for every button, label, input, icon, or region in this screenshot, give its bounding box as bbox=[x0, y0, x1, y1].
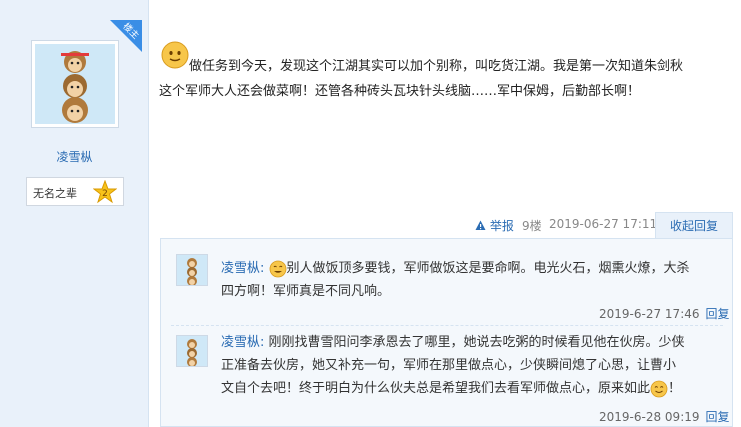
reply-line: 凌雪枞: 别人做饭顶多要钱，军师做饭这是要命啊。电光火石，烟熏火燎，大杀 bbox=[221, 257, 721, 280]
reply-avatar[interactable] bbox=[176, 335, 208, 367]
rank-star-icon: 2 bbox=[93, 180, 117, 204]
report-label: 举报 bbox=[489, 219, 514, 233]
reply-list: 凌雪枞: 别人做饭顶多要钱，军师做饭这是要命啊。电光火石，烟熏火燎，大杀 四方啊… bbox=[160, 238, 733, 427]
reply-button[interactable]: 回复 bbox=[706, 410, 730, 424]
post-line: 做任务到今天，发现这个江湖其实可以加个别称，叫吃货江湖。我是第一次知道朱剑秋 bbox=[189, 59, 684, 74]
reply-text: 文自个去吧！终于明白为什么伙夫总是希望我们去看军师做点心，原来如此 bbox=[221, 381, 651, 396]
reply-line: 四方啊！军师真是不同凡响。 bbox=[221, 284, 391, 299]
smile-emoticon-icon bbox=[650, 380, 668, 397]
op-corner-badge: 楼主 bbox=[110, 20, 142, 52]
collapse-replies-button[interactable]: 收起回复 bbox=[655, 212, 733, 238]
reply-text-end: ！ bbox=[668, 381, 682, 396]
author-sidebar: 楼主 凌雪枞 无名之辈 2 bbox=[0, 0, 149, 427]
reply-avatar[interactable] bbox=[176, 254, 208, 286]
reply-line: 正准备去伙房，她又补充一句，军师在那里做点心，少侠瞬间熄了心思，让曹小 bbox=[221, 358, 677, 373]
report-icon bbox=[475, 220, 486, 230]
rank-level: 2 bbox=[102, 189, 108, 199]
reply-meta: 2019-6-27 17:46 回复 bbox=[599, 305, 730, 322]
reply-meta: 2019-6-28 09:19 回复 bbox=[599, 408, 730, 425]
post-main: 做任务到今天，发现这个江湖其实可以加个别称，叫吃货江湖。我是第一次知道朱剑秋 这… bbox=[149, 0, 741, 427]
grin-emoticon-icon bbox=[269, 260, 286, 277]
report-link[interactable]: 举报 bbox=[475, 217, 514, 234]
reply-author[interactable]: 凌雪枞: bbox=[221, 335, 264, 350]
author-name[interactable]: 凌雪枞 bbox=[0, 148, 149, 165]
reply-timestamp: 2019-6-28 09:19 bbox=[599, 410, 700, 424]
reply-author[interactable]: 凌雪枞: bbox=[221, 261, 264, 276]
reply-divider bbox=[171, 325, 723, 326]
post-body: 做任务到今天，发现这个江湖其实可以加个别称，叫吃货江湖。我是第一次知道朱剑秋 这… bbox=[159, 54, 731, 104]
reply-button[interactable]: 回复 bbox=[706, 307, 730, 321]
post-meta-bar: 举报 9楼 2019-06-27 17:11 收起回复 bbox=[149, 212, 733, 238]
reply-body: 凌雪枞: 别人做饭顶多要钱，军师做饭这是要命啊。电光火石，烟熏火燎，大杀 四方啊… bbox=[221, 257, 721, 303]
reply-timestamp: 2019-6-27 17:46 bbox=[599, 307, 700, 321]
post-timestamp: 2019-06-27 17:11 bbox=[549, 217, 658, 231]
reply-line: 凌雪枞: 刚刚找曹雪阳问李承恩去了哪里，她说去吃粥的时候看见他在伙房。少侠 bbox=[221, 331, 721, 354]
author-rank-box: 无名之辈 2 bbox=[26, 177, 124, 206]
rank-title: 无名之辈 bbox=[33, 187, 77, 200]
reply-text: 刚刚找曹雪阳问李承恩去了哪里，她说去吃粥的时候看见他在伙房。少侠 bbox=[268, 335, 685, 350]
reply-body: 凌雪枞: 刚刚找曹雪阳问李承恩去了哪里，她说去吃粥的时候看见他在伙房。少侠 正准… bbox=[221, 331, 721, 400]
reply-text: 别人做饭顶多要钱，军师做饭这是要命啊。电光火石，烟熏火燎，大杀 bbox=[286, 261, 690, 276]
floor-number: 9楼 bbox=[522, 219, 542, 233]
reply-line: 文自个去吧！终于明白为什么伙夫总是希望我们去看军师做点心，原来如此 ！ bbox=[221, 377, 721, 400]
post-line: 这个军师大人还会做菜啊！还管各种砖头瓦块针头线脑……军中保姆，后勤部长啊！ bbox=[159, 84, 641, 99]
